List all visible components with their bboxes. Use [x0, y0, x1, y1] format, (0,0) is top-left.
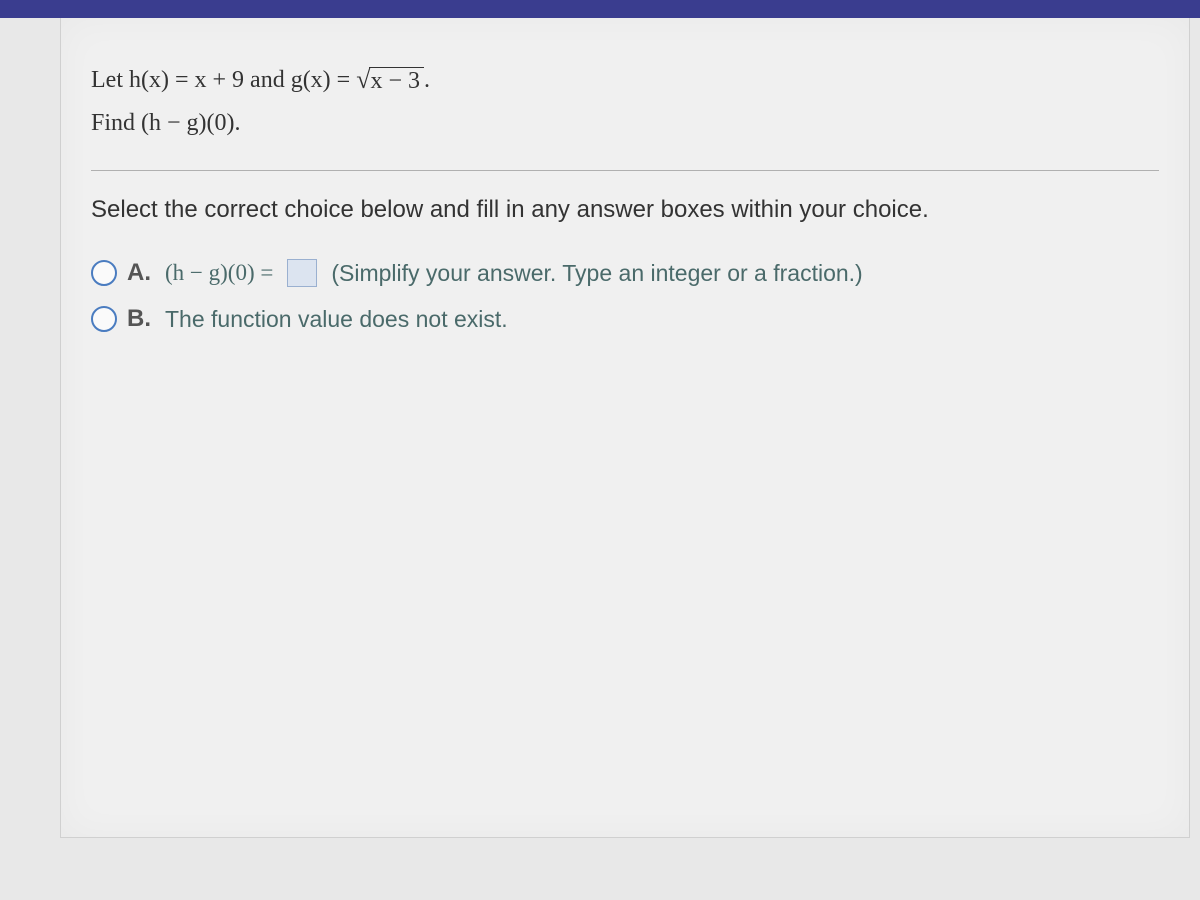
instruction-text: Select the correct choice below and fill… — [91, 196, 1159, 224]
answer-choices: A. (h − g)(0) = (Simplify your answer. T… — [91, 259, 1159, 333]
radio-choice-a[interactable] — [91, 260, 117, 286]
choice-a-expression: (h − g)(0) = — [165, 260, 273, 286]
problem-statement: Let h(x) = x + 9 and g(x) = √ x − 3 . Fi… — [91, 58, 1159, 171]
question-panel: Let h(x) = x + 9 and g(x) = √ x − 3 . Fi… — [60, 18, 1190, 838]
radio-choice-b[interactable] — [91, 306, 117, 332]
choice-a-row: A. (h − g)(0) = (Simplify your answer. T… — [91, 259, 1159, 287]
top-accent-bar — [0, 0, 1200, 18]
choice-a-label: A. — [127, 259, 155, 287]
choice-b-text: The function value does not exist. — [165, 306, 508, 333]
problem-text-prefix: Let h(x) = x + 9 and g(x) = — [91, 67, 356, 93]
problem-line-1: Let h(x) = x + 9 and g(x) = √ x − 3 . — [91, 58, 1159, 102]
problem-line-2: Find (h − g)(0). — [91, 102, 1159, 145]
radicand-text: x − 3 — [369, 67, 425, 94]
choice-a-hint: (Simplify your answer. Type an integer o… — [331, 260, 862, 287]
choice-b-row: B. The function value does not exist. — [91, 305, 1159, 333]
choice-b-label: B. — [127, 305, 155, 333]
problem-text-suffix: . — [424, 67, 430, 93]
answer-input-box[interactable] — [287, 259, 317, 287]
sqrt-expression: √ x − 3 — [356, 67, 424, 94]
